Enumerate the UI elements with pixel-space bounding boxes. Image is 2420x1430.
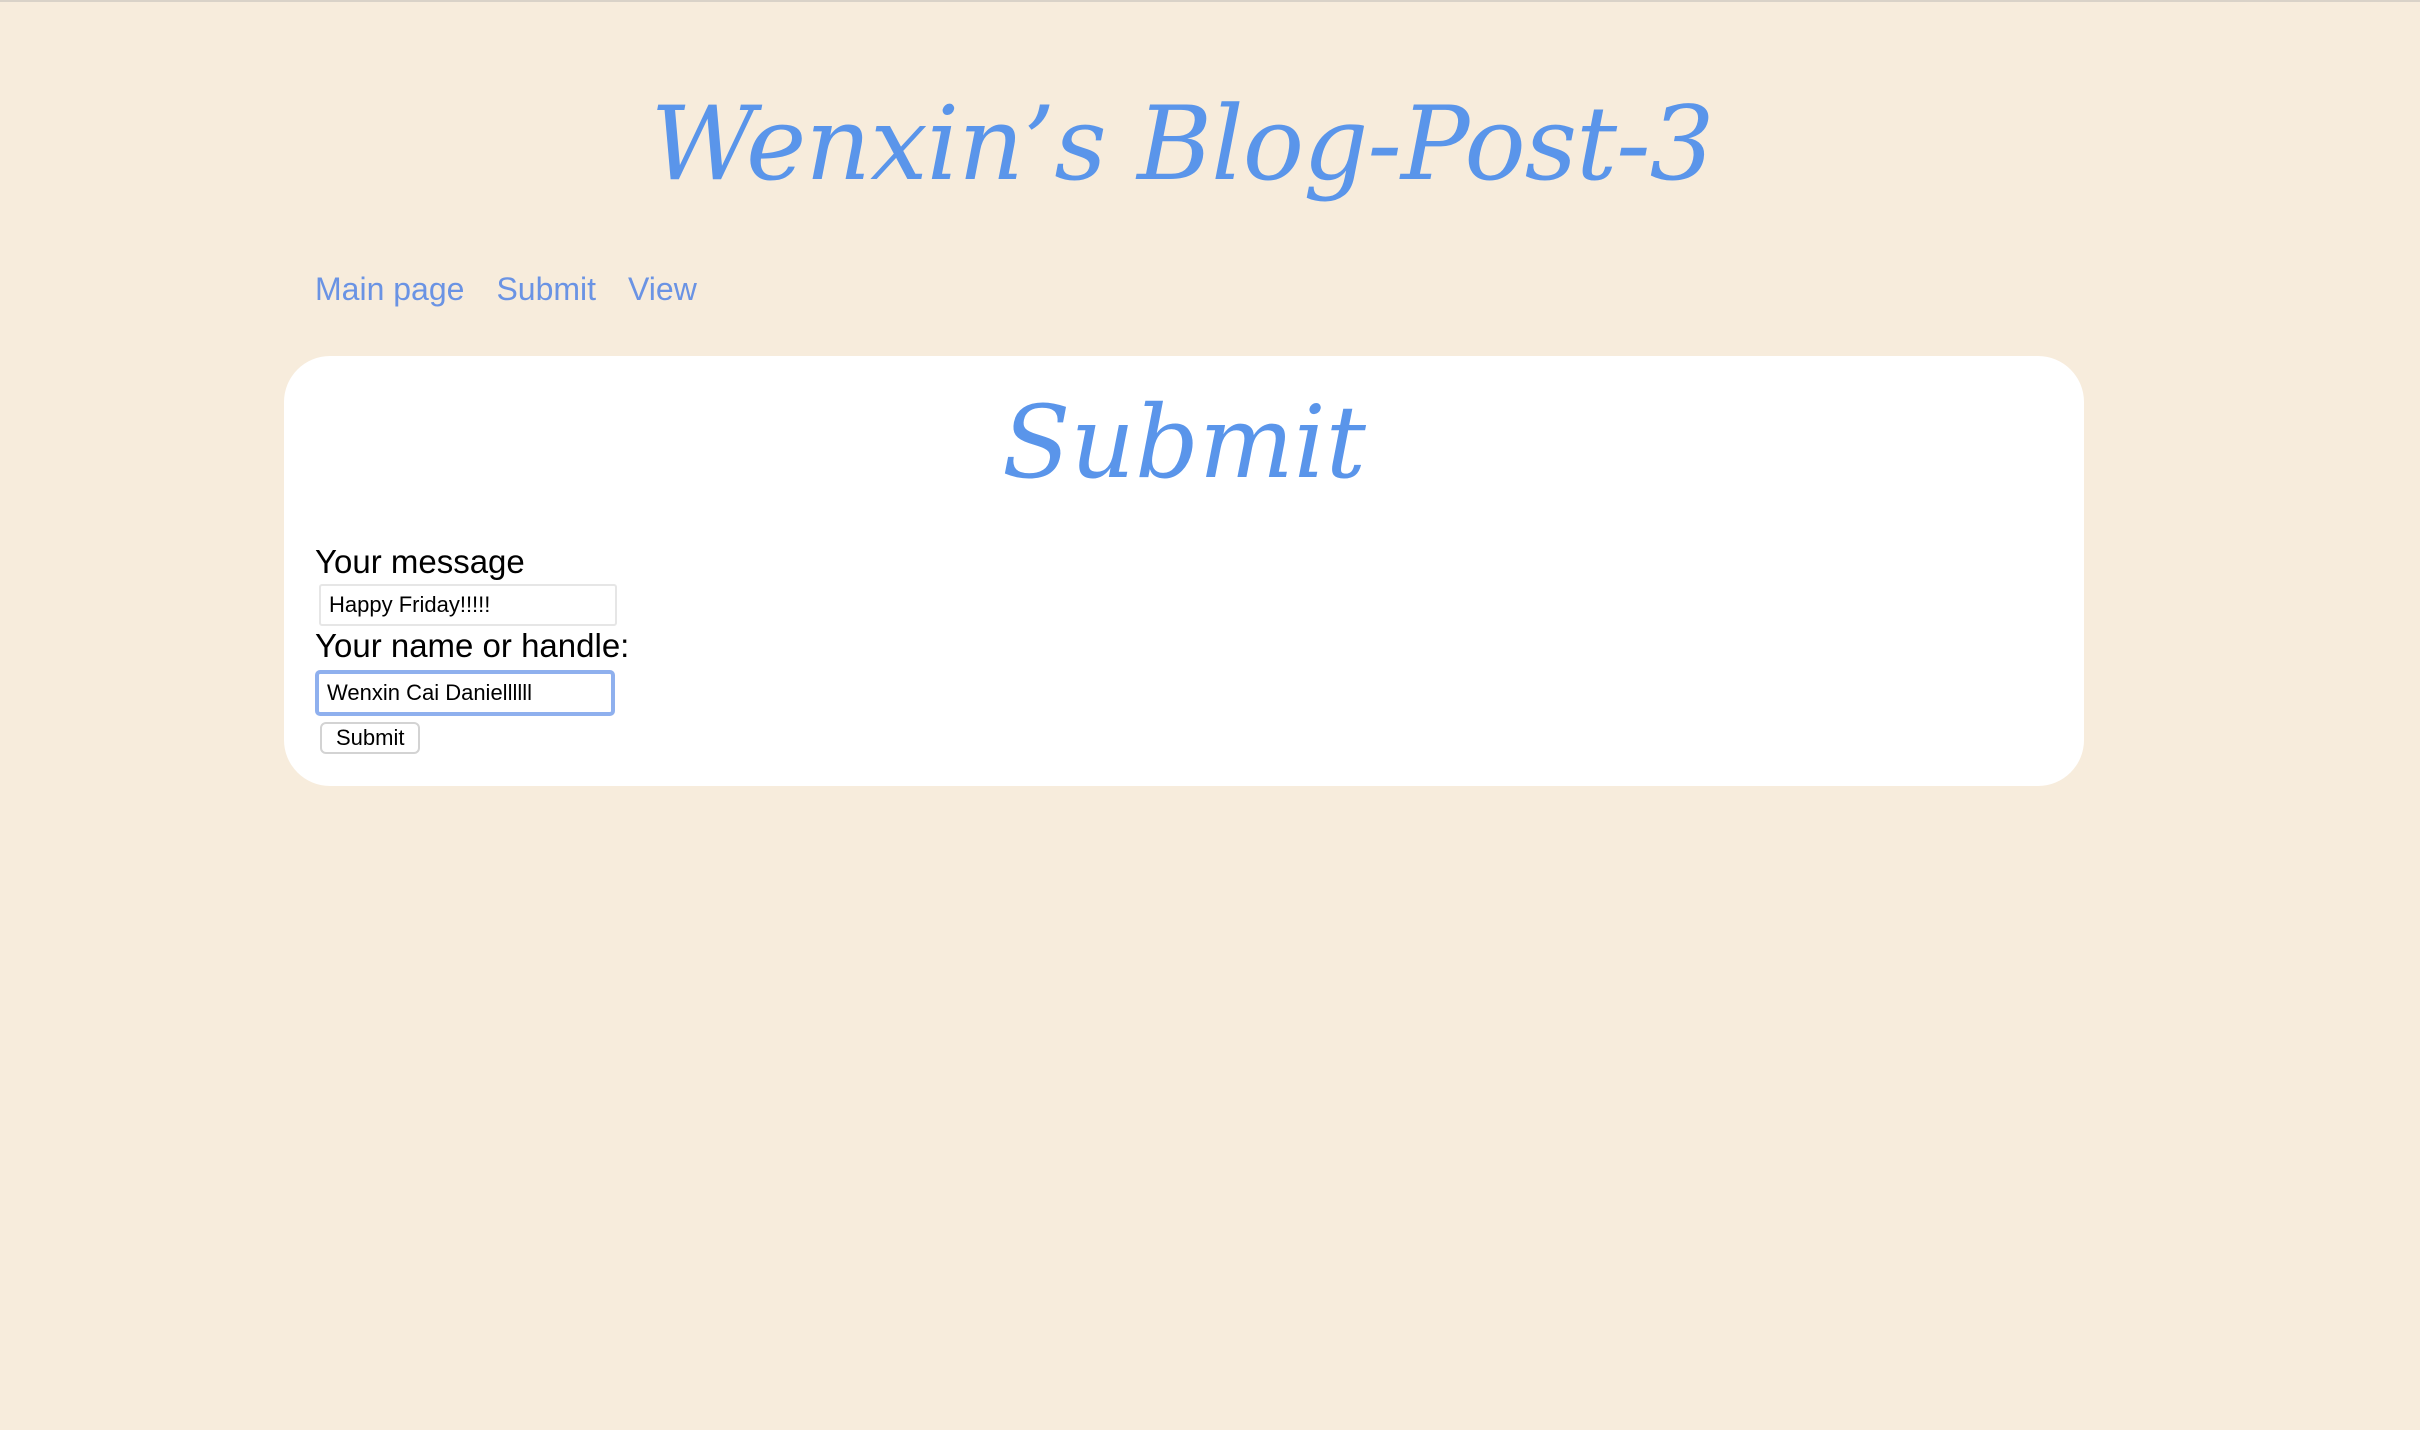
page-title: Submit <box>1002 384 1366 501</box>
message-input[interactable] <box>319 584 617 626</box>
submit-form: Your message Your name or handle: Submit <box>315 542 629 754</box>
name-label: Your name or handle: <box>315 627 630 664</box>
nav-link-view[interactable]: View <box>628 266 697 312</box>
site-title: Wenxin’s Blog-Post-3 <box>650 85 1715 204</box>
main-nav: Main page Submit View <box>315 266 697 312</box>
submit-button[interactable]: Submit <box>320 722 421 754</box>
name-input[interactable] <box>315 670 615 716</box>
nav-link-submit[interactable]: Submit <box>496 266 596 312</box>
nav-link-main-page[interactable]: Main page <box>315 266 464 312</box>
submit-card: Submit Your message Your name or handle:… <box>284 356 2084 786</box>
message-label: Your message <box>315 543 525 580</box>
